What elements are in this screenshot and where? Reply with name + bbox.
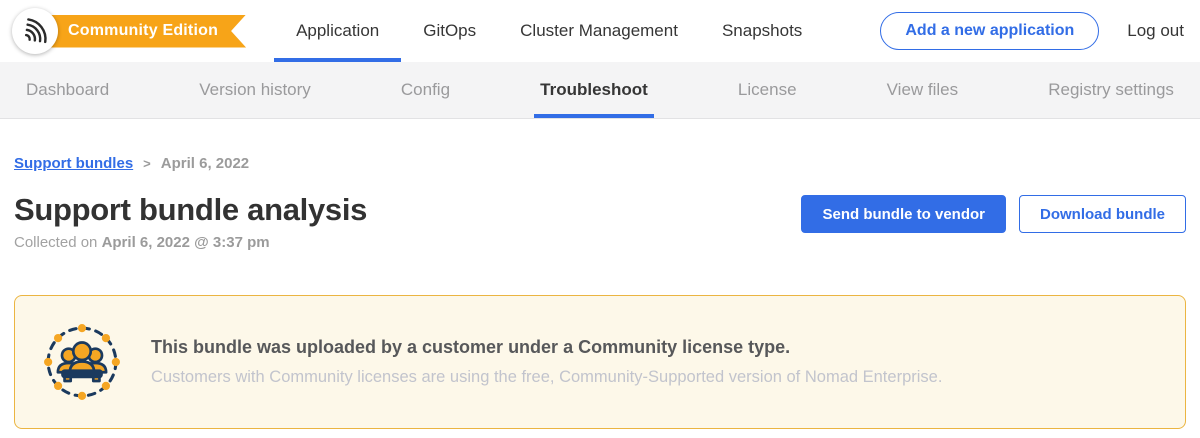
subtab-license[interactable]: License [732,62,803,118]
page-title: Support bundle analysis [14,192,367,228]
download-bundle-button[interactable]: Download bundle [1019,195,1186,233]
tab-snapshots[interactable]: Snapshots [700,0,824,62]
subtab-registry-settings[interactable]: Registry settings [1042,62,1180,118]
logout-link[interactable]: Log out [1127,21,1184,41]
subtab-config[interactable]: Config [395,62,456,118]
send-bundle-to-vendor-button[interactable]: Send bundle to vendor [801,195,1006,233]
main-content: Support bundles > April 6, 2022 Support … [0,155,1200,429]
community-license-alert: This bundle was uploaded by a customer u… [14,295,1186,429]
breadcrumb-support-bundles-link[interactable]: Support bundles [14,155,133,172]
tab-gitops[interactable]: GitOps [401,0,498,62]
title-row: Support bundle analysis Collected on Apr… [14,192,1186,251]
collected-timestamp: Collected on April 6, 2022 @ 3:37 pm [14,234,367,251]
top-tabs: Application GitOps Cluster Management Sn… [274,0,824,62]
topnav-actions: Add a new application Log out [880,0,1200,62]
brand: Community Edition [0,0,246,62]
community-edition-badge: Community Edition [34,15,246,48]
bundle-actions: Send bundle to vendor Download bundle [801,195,1186,233]
subtab-version-history[interactable]: Version history [193,62,317,118]
alert-heading: This bundle was uploaded by a customer u… [151,337,942,358]
breadcrumb: Support bundles > April 6, 2022 [14,155,1186,172]
breadcrumb-current: April 6, 2022 [161,155,249,172]
tab-cluster-management[interactable]: Cluster Management [498,0,700,62]
alert-text-block: This bundle was uploaded by a customer u… [151,337,942,387]
add-new-application-button[interactable]: Add a new application [880,12,1099,50]
breadcrumb-separator: > [143,156,151,171]
community-people-icon [43,323,121,401]
collected-prefix: Collected on [14,234,97,251]
subtab-view-files[interactable]: View files [881,62,965,118]
replicated-logo-icon [21,17,49,45]
tab-application[interactable]: Application [274,0,401,62]
collected-date: April 6, 2022 @ 3:37 pm [102,234,270,251]
top-navbar: Community Edition Application GitOps Clu… [0,0,1200,62]
app-sub-navbar: Dashboard Version history Config Trouble… [0,62,1200,119]
title-block: Support bundle analysis Collected on Apr… [14,192,367,251]
subtab-dashboard[interactable]: Dashboard [20,62,115,118]
replicated-logo [12,8,58,54]
subtab-troubleshoot[interactable]: Troubleshoot [534,62,654,118]
alert-body: Customers with Community licenses are us… [151,368,942,387]
